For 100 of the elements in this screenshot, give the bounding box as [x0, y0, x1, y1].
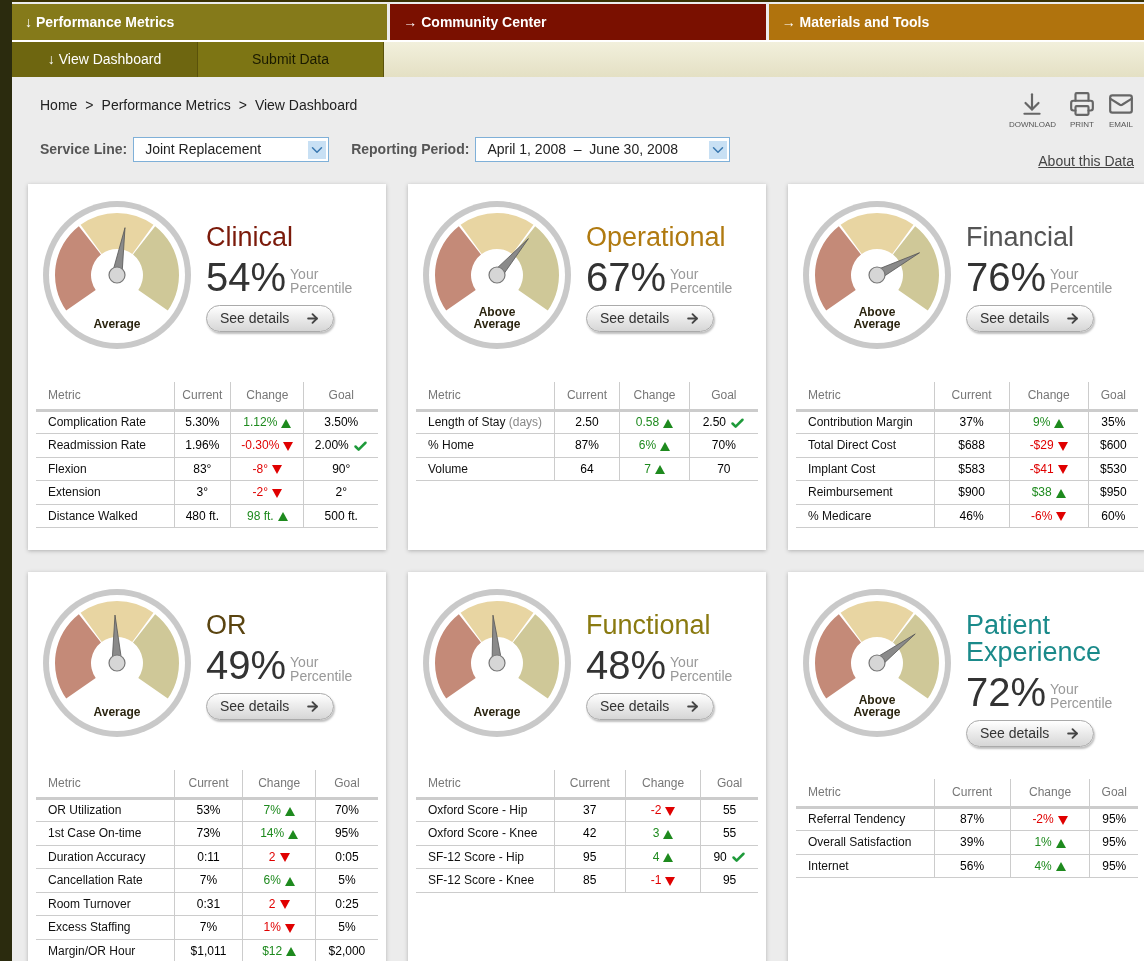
breadcrumb-link[interactable]: Performance Metrics: [101, 95, 231, 116]
column-header: Current: [174, 770, 243, 798]
table-cell: 95%: [1090, 807, 1138, 831]
table-cell: 3°: [174, 480, 231, 504]
column-header: Goal: [689, 382, 758, 410]
table-cell: 14%: [243, 821, 316, 845]
dropdown-field[interactable]: Joint Replacement: [133, 137, 330, 162]
nav-tab[interactable]: → Materials and Tools: [768, 4, 1144, 40]
table-cell: 0:31: [174, 892, 243, 916]
table-cell: Extension: [36, 480, 174, 504]
table-cell: Referral Tendency: [796, 807, 934, 831]
column-header: Metric: [796, 779, 934, 807]
table-cell: 1.12%: [230, 410, 304, 434]
breadcrumb-link[interactable]: View Dashboard: [254, 95, 358, 116]
table-cell: 95%: [1090, 830, 1138, 854]
arrow-right-icon: [685, 311, 700, 326]
column-header: Metric: [36, 770, 174, 798]
table-cell: Complication Rate: [36, 410, 174, 434]
table-cell: Flexion: [36, 457, 174, 481]
table-cell: Margin/OR Hour: [36, 939, 174, 961]
filter-label: Reporting Period:: [351, 140, 470, 159]
table-cell: 7%: [243, 798, 316, 822]
column-header: Metric: [796, 382, 934, 410]
table-cell: Cancellation Rate: [36, 868, 174, 892]
column-header: Change: [625, 770, 701, 798]
percentile-value: 48%: [586, 645, 667, 685]
table-cell: Distance Walked: [36, 504, 174, 528]
see-details-button[interactable]: See details: [206, 693, 334, 720]
column-header: Current: [174, 382, 231, 410]
table-cell: 2: [243, 892, 316, 916]
print-button[interactable]: PRINT: [1069, 91, 1095, 131]
column-header: Current: [934, 382, 1010, 410]
table-cell: 2: [243, 845, 316, 869]
table-cell: 4%: [1010, 854, 1090, 878]
table-cell: 85: [554, 868, 626, 892]
table-cell: Oxford Score - Hip: [416, 798, 554, 822]
percentile-caption: Your Percentile: [670, 655, 734, 685]
percentile-caption: Your Percentile: [290, 267, 354, 297]
table-cell: 0:11: [174, 845, 243, 869]
arrow-right-icon: [685, 699, 700, 714]
table-cell: 87%: [554, 433, 620, 457]
gauge-rating: Average: [92, 706, 142, 718]
column-header: Current: [934, 779, 1011, 807]
column-header: Change: [243, 770, 316, 798]
arrow-right-icon: [305, 699, 320, 714]
table-cell: 500 ft.: [304, 504, 378, 528]
table-cell: 42: [554, 821, 626, 845]
table-cell: 0:05: [315, 845, 378, 869]
table-cell: OR Utilization: [36, 798, 174, 822]
column-header: Goal: [1090, 779, 1138, 807]
table-cell: $38: [1009, 480, 1089, 504]
breadcrumb-separator: >: [238, 96, 247, 115]
breadcrumb-link[interactable]: Home: [40, 95, 78, 116]
table-cell: 2.50: [689, 410, 758, 434]
column-header: Change: [230, 382, 304, 410]
table-cell: 83°: [174, 457, 231, 481]
download-button[interactable]: DOWNLOAD: [1008, 91, 1056, 131]
card-title: Functional: [586, 612, 712, 639]
sub-nav-tab[interactable]: ↓ View Dashboard: [12, 42, 198, 77]
table-cell: -8°: [230, 457, 304, 481]
table-cell: 95%: [1090, 854, 1138, 878]
table-cell: 4: [625, 845, 701, 869]
percentile-caption: Your Percentile: [1050, 267, 1114, 297]
dropdown-field[interactable]: April 1, 2008 – June 30, 2008: [475, 137, 731, 162]
table-cell: SF-12 Score - Knee: [416, 868, 554, 892]
table-cell: 2°: [304, 480, 378, 504]
nav-tab[interactable]: → Community Center: [390, 4, 766, 40]
table-cell: 55: [700, 821, 758, 845]
table-cell: 90°: [304, 457, 378, 481]
column-header: Change: [1010, 779, 1090, 807]
see-details-button[interactable]: See details: [206, 305, 334, 332]
email-icon: [1108, 91, 1134, 117]
column-header: Goal: [315, 770, 378, 798]
breadcrumb-separator: >: [85, 96, 94, 115]
table-cell: Volume: [416, 457, 554, 481]
table-cell: 1%: [243, 915, 316, 939]
see-details-button[interactable]: See details: [966, 720, 1094, 747]
table-cell: 6%: [619, 433, 690, 457]
see-details-button[interactable]: See details: [586, 693, 714, 720]
nav-tab[interactable]: ↓ Performance Metrics: [12, 4, 388, 40]
about-link[interactable]: About this Data: [1038, 151, 1134, 172]
table-cell: 98 ft.: [230, 504, 304, 528]
table-cell: 46%: [934, 504, 1010, 528]
table-cell: $900: [934, 480, 1010, 504]
percentile-value: 67%: [586, 257, 667, 297]
table-cell: 480 ft.: [174, 504, 231, 528]
see-details-button[interactable]: See details: [966, 305, 1094, 332]
column-header: Metric: [416, 382, 554, 410]
table-cell: 39%: [934, 830, 1011, 854]
table-cell: $1,011: [174, 939, 243, 961]
see-details-button[interactable]: See details: [586, 305, 714, 332]
email-button[interactable]: EMAIL: [1108, 91, 1134, 131]
sub-nav-tab[interactable]: Submit Data: [198, 42, 384, 77]
table-cell: Overall Satisfaction: [796, 830, 934, 854]
table-cell: 5.30%: [174, 410, 231, 434]
table-cell: $950: [1088, 480, 1138, 504]
table-cell: 95%: [315, 821, 378, 845]
table-cell: 35%: [1088, 410, 1138, 434]
table-cell: -2: [625, 798, 701, 822]
table-cell: 9%: [1009, 410, 1089, 434]
